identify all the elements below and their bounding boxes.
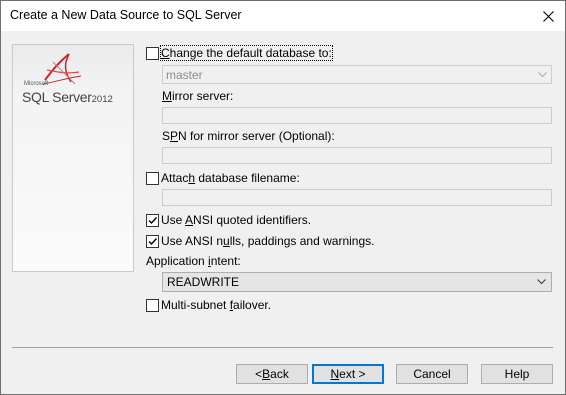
sql-server-banner: Microsoft SQL Server2012 [12, 44, 134, 272]
ansi-nulls-checkbox[interactable] [146, 235, 159, 248]
default-database-combo[interactable]: master [162, 65, 552, 84]
checkmark-icon [148, 238, 158, 246]
checkmark-icon [148, 217, 158, 225]
default-database-value: master [166, 68, 203, 82]
chevron-down-icon [538, 72, 547, 78]
footer-divider [12, 347, 553, 348]
window-title: Create a New Data Source to SQL Server [10, 8, 242, 22]
dialog-window: Create a New Data Source to SQL Server M… [0, 0, 566, 395]
attach-database-label[interactable]: Attach database filename: [161, 171, 300, 185]
close-icon [542, 10, 554, 22]
application-intent-label: Application intent: [146, 254, 241, 268]
next-button[interactable]: Next > [312, 364, 384, 384]
attach-database-checkbox[interactable] [146, 172, 159, 185]
mirror-server-label: Mirror server: [162, 89, 234, 103]
close-button[interactable] [531, 1, 565, 31]
help-button[interactable]: Help [481, 364, 553, 384]
cancel-button[interactable]: Cancel [396, 364, 468, 384]
product-version: 2012 [91, 94, 113, 105]
multi-subnet-failover-label[interactable]: Multi-subnet failover. [161, 298, 271, 312]
multi-subnet-failover-checkbox[interactable] [146, 299, 159, 312]
change-default-database-checkbox[interactable] [146, 47, 159, 60]
change-default-database-label[interactable]: Change the default database to: [160, 45, 333, 61]
title-bar[interactable]: Create a New Data Source to SQL Server [1, 1, 565, 31]
application-intent-combo[interactable]: READWRITE [162, 272, 552, 292]
microsoft-label: Microsoft [24, 81, 49, 87]
attach-database-input[interactable] [162, 189, 552, 206]
application-intent-value: READWRITE [167, 275, 239, 289]
ansi-quoted-identifiers-checkbox[interactable] [146, 214, 159, 227]
back-button[interactable]: < Back [236, 364, 308, 384]
spn-label: SPN for mirror server (Optional): [162, 129, 335, 143]
ansi-nulls-label[interactable]: Use ANSI nulls, paddings and warnings. [161, 234, 374, 248]
mirror-server-input[interactable] [162, 107, 552, 124]
chevron-down-icon [537, 279, 546, 285]
ansi-quoted-identifiers-label[interactable]: Use ANSI quoted identifiers. [161, 213, 311, 227]
spn-input[interactable] [162, 147, 552, 164]
product-name: SQL Server2012 [22, 89, 113, 105]
